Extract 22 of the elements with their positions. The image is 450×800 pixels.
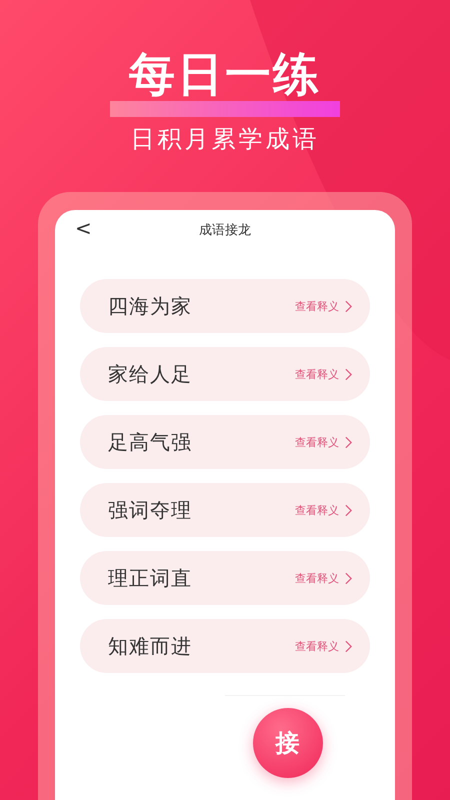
subtitle: 日积月累学成语 bbox=[130, 124, 320, 154]
idiom-row[interactable]: 强词夺理 查看释义 bbox=[80, 483, 370, 537]
idiom-row[interactable]: 四海为家 查看释义 bbox=[80, 279, 370, 333]
chevron-icon bbox=[345, 504, 352, 516]
idiom-row[interactable]: 知难而进 查看释义 bbox=[80, 619, 370, 673]
chevron-icon bbox=[345, 640, 352, 652]
chevron-icon bbox=[345, 436, 352, 448]
headline: 每日一练 bbox=[129, 48, 321, 100]
idiom-text: 足高气强 bbox=[108, 428, 193, 456]
chevron-icon bbox=[345, 572, 352, 584]
chevron-icon bbox=[345, 368, 352, 380]
idiom-text: 家给人足 bbox=[108, 360, 193, 388]
idiom-text: 四海为家 bbox=[108, 292, 193, 320]
screen-title: 成语接龙 bbox=[199, 222, 251, 239]
idiom-text: 理正词直 bbox=[108, 564, 193, 592]
idiom-row[interactable]: 理正词直 查看释义 bbox=[80, 551, 370, 605]
idiom-row[interactable]: 足高气强 查看释义 bbox=[80, 415, 370, 469]
idiom-text: 知难而进 bbox=[108, 632, 193, 660]
idiom-text: 强词夺理 bbox=[108, 496, 193, 524]
idiom-row[interactable]: 家给人足 查看释义 bbox=[80, 347, 370, 401]
chevron-icon bbox=[345, 300, 352, 312]
back-button[interactable]: < bbox=[71, 216, 96, 240]
